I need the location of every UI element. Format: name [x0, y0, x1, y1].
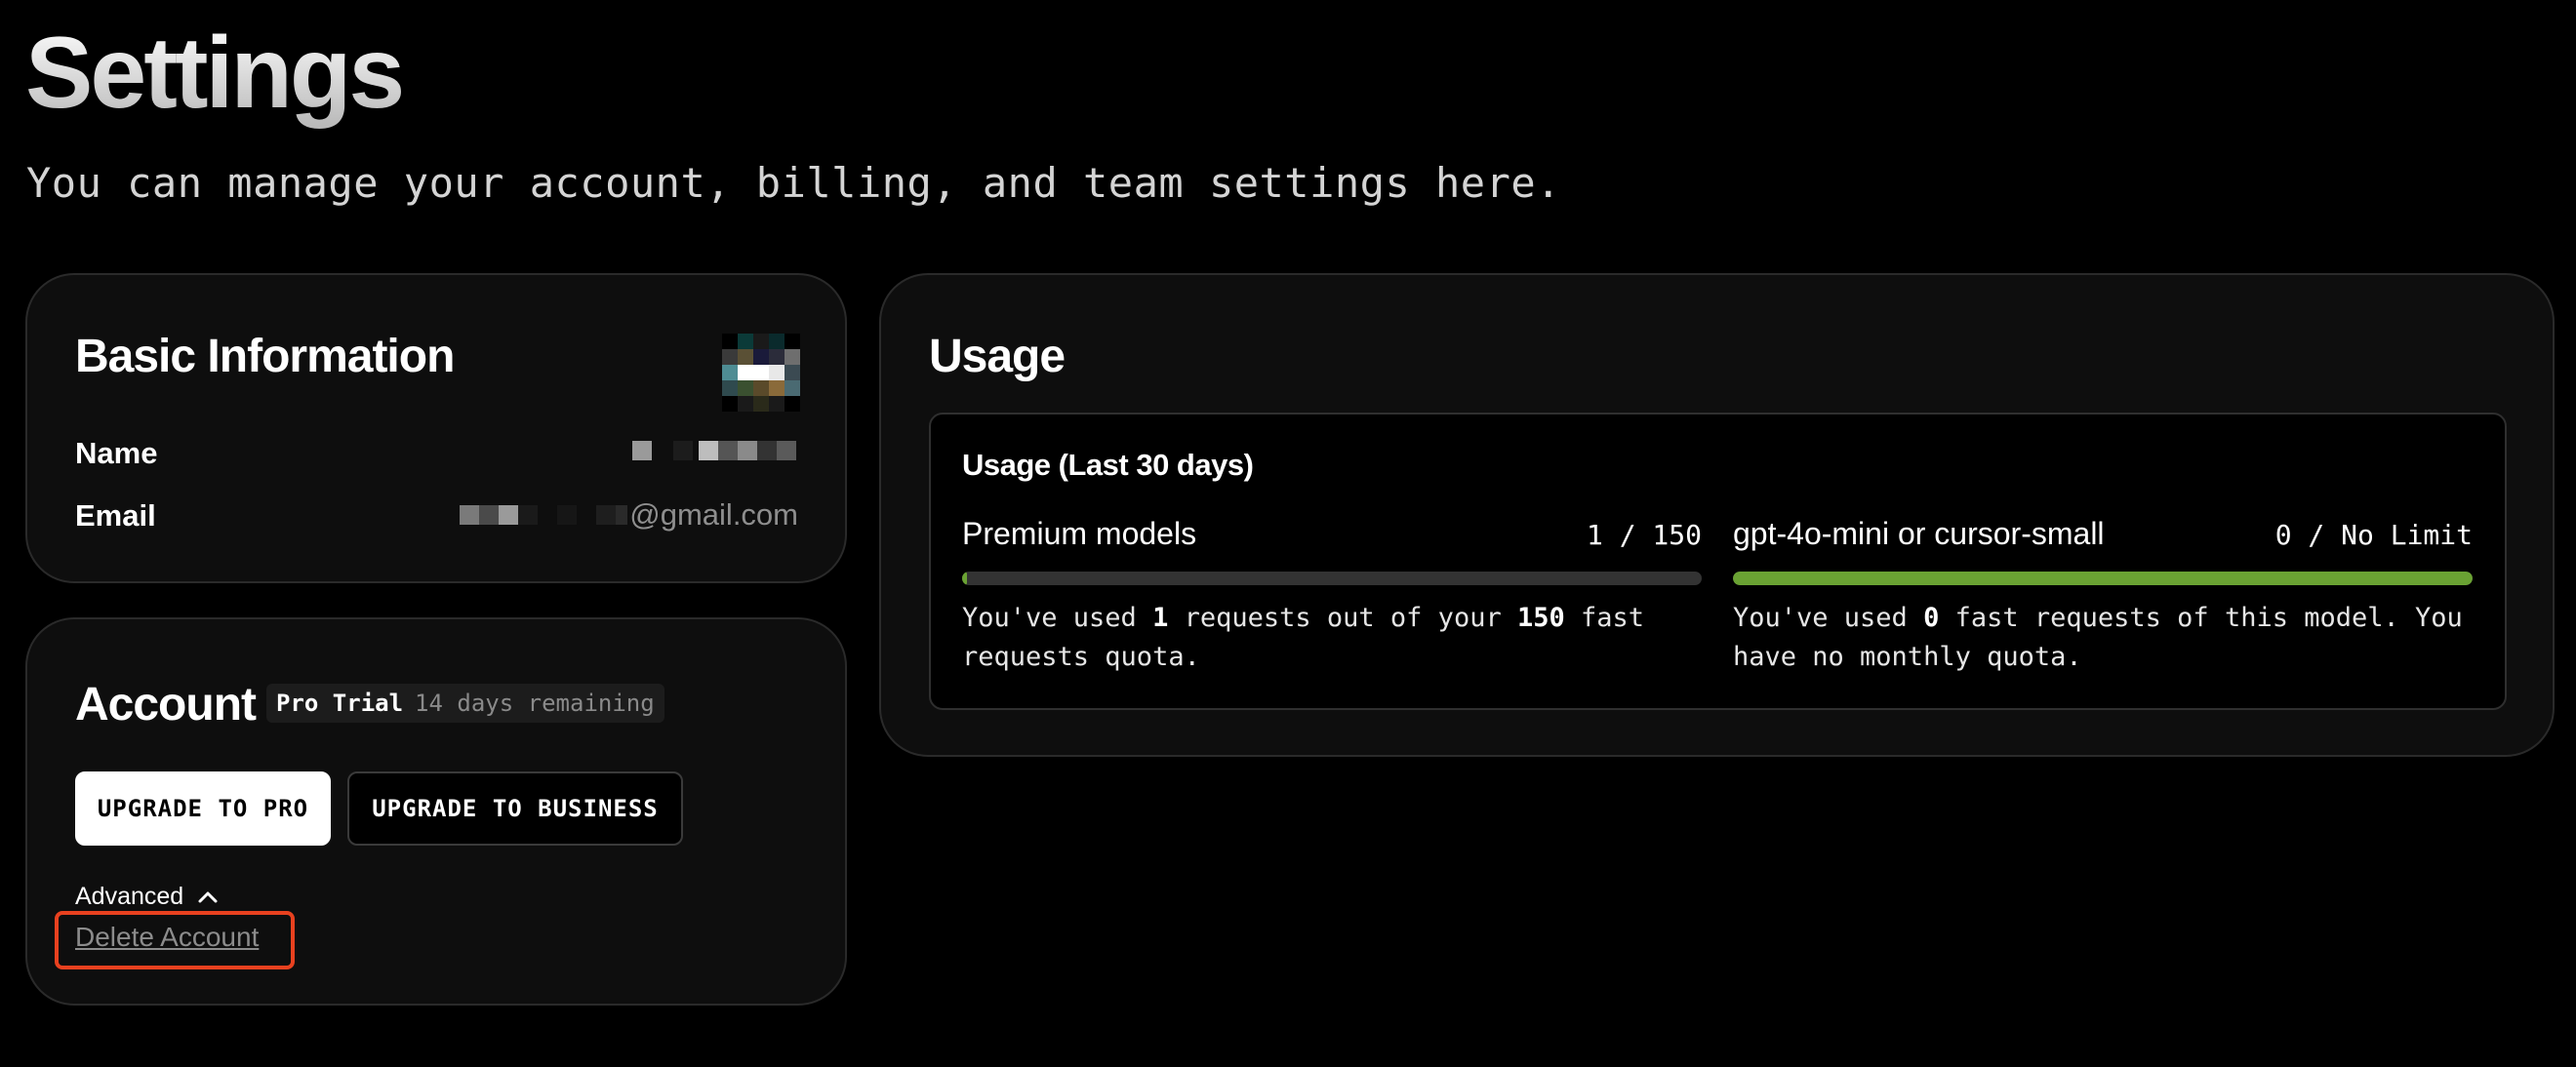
- usage-card: Usage Usage (Last 30 days) Premium model…: [879, 273, 2555, 757]
- delete-account-link[interactable]: Delete Account: [75, 922, 259, 953]
- mini-models-usage: gpt-4o-mini or cursor-small 0 / No Limit…: [1733, 516, 2473, 677]
- mini-models-description: You've used 0 fast requests of this mode…: [1733, 603, 2463, 672]
- premium-models-progress-fill: [962, 572, 968, 585]
- redacted-email: [460, 505, 628, 525]
- mini-models-label: gpt-4o-mini or cursor-small: [1733, 516, 2105, 551]
- plan-name: Pro Trial: [276, 690, 404, 717]
- mini-models-progress-fill: [1733, 572, 2473, 585]
- account-card: Account Pro Trial 14 days remaining UPGR…: [25, 617, 847, 1006]
- name-label: Name: [75, 436, 158, 470]
- avatar: [722, 334, 800, 412]
- upgrade-to-pro-button[interactable]: UPGRADE TO PRO: [75, 771, 331, 846]
- basic-information-title: Basic Information: [75, 331, 455, 382]
- redacted-name: [632, 441, 796, 460]
- advanced-label: Advanced: [75, 883, 184, 910]
- page-subtitle: You can manage your account, billing, an…: [26, 159, 1561, 207]
- email-value: @gmail.com: [460, 497, 798, 533]
- premium-models-usage: Premium models 1 / 150 You've used 1 req…: [962, 516, 1702, 677]
- chevron-up-icon: [198, 891, 218, 902]
- usage-panel-title: Usage (Last 30 days): [962, 448, 1254, 482]
- usage-title: Usage: [929, 331, 1066, 382]
- usage-panel: Usage (Last 30 days) Premium models 1 / …: [929, 413, 2507, 710]
- premium-models-description: You've used 1 requests out of your 150 f…: [962, 603, 1645, 672]
- advanced-toggle[interactable]: Advanced: [75, 883, 219, 911]
- trial-remaining: 14 days remaining: [415, 690, 655, 717]
- premium-models-progress-bar: [962, 572, 1702, 585]
- email-label: Email: [75, 498, 156, 533]
- upgrade-to-business-button[interactable]: UPGRADE TO BUSINESS: [347, 771, 683, 846]
- basic-information-card: Basic Information Name Email @gmail.com: [25, 273, 847, 583]
- name-value: [632, 441, 798, 460]
- premium-models-count: 1 / 150: [1586, 519, 1702, 551]
- mini-models-count: 0 / No Limit: [2274, 519, 2473, 551]
- plan-badge: Pro Trial 14 days remaining: [266, 684, 664, 723]
- mini-models-progress-bar: [1733, 572, 2473, 585]
- email-domain: @gmail.com: [629, 497, 798, 532]
- page-title: Settings: [25, 17, 405, 130]
- account-title: Account: [75, 679, 257, 731]
- premium-models-label: Premium models: [962, 516, 1197, 551]
